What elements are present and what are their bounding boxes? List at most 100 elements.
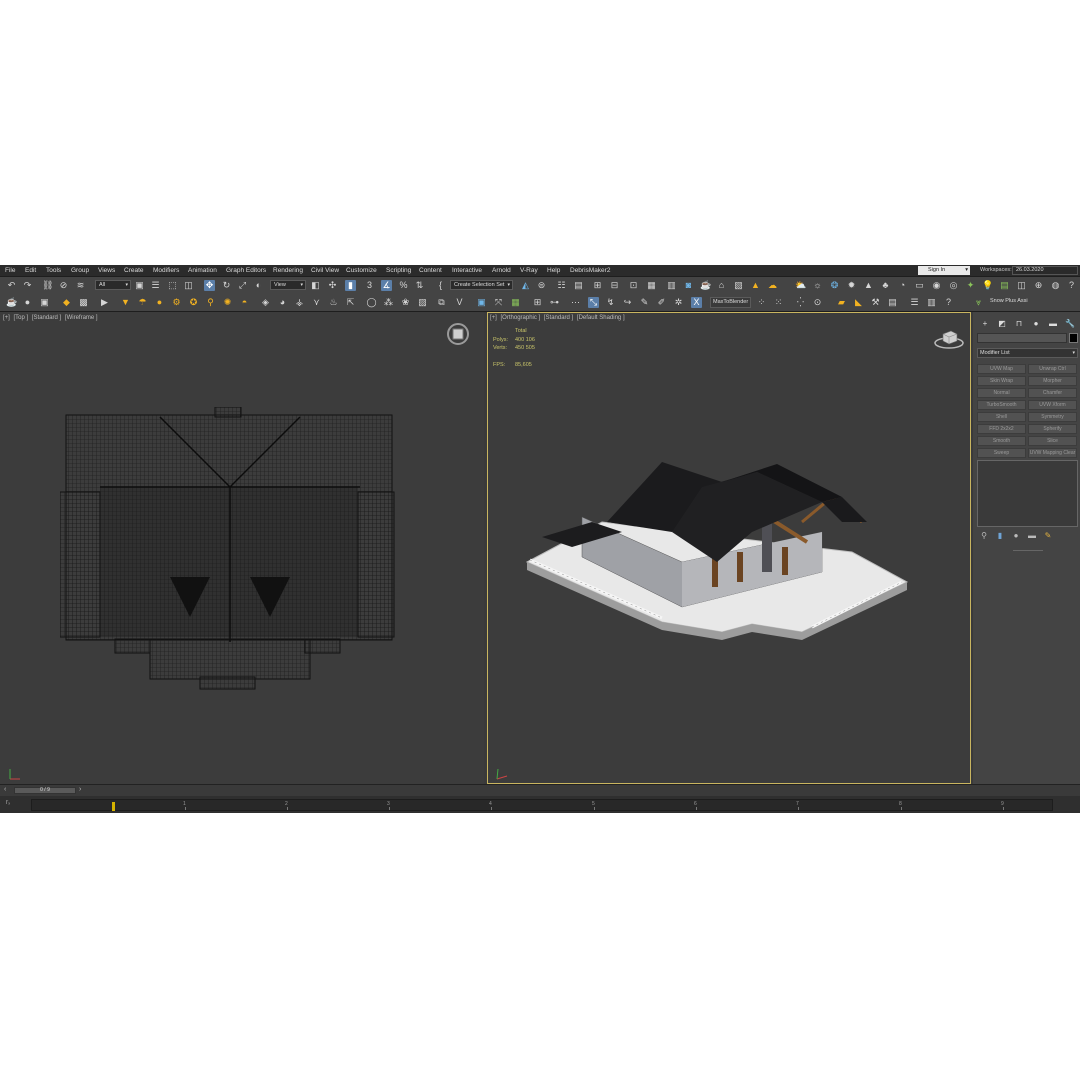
remove-modifier-icon[interactable]: ▬ bbox=[1027, 531, 1037, 541]
dots-line-icon[interactable]: ⁙ bbox=[773, 297, 784, 308]
menu-animation[interactable]: Animation bbox=[188, 267, 217, 274]
modifier-button[interactable]: Smooth bbox=[977, 436, 1026, 446]
viewport-top-label[interactable]: [+] [Top ] [Standard ] [Wireframe ] bbox=[3, 315, 100, 321]
modifier-stack[interactable] bbox=[977, 460, 1078, 527]
modifier-button[interactable]: UVW Xform bbox=[1028, 400, 1077, 410]
film-icon[interactable]: ▶ bbox=[99, 297, 110, 308]
window-crossing-icon[interactable]: ◫ bbox=[183, 280, 194, 291]
menu-group[interactable]: Group bbox=[71, 267, 89, 274]
align-icon[interactable]: ⊜ bbox=[536, 280, 547, 291]
teapot-icon[interactable]: ☕ bbox=[6, 297, 17, 308]
vray-sun-icon[interactable]: ❂ bbox=[829, 280, 840, 291]
current-frame-marker[interactable] bbox=[112, 802, 115, 811]
select-object-icon[interactable]: ▣ bbox=[134, 280, 145, 291]
modifier-button[interactable]: Shell bbox=[977, 412, 1026, 422]
max-to-blender-button[interactable]: MaxToBlender bbox=[710, 297, 752, 308]
tag-icon[interactable]: ◣ bbox=[853, 297, 864, 308]
help-circle-icon[interactable]: ? bbox=[943, 297, 954, 308]
menu-arnold[interactable]: Arnold bbox=[492, 267, 511, 274]
vray-vfb-icon[interactable]: ▣ bbox=[476, 297, 487, 308]
curve-editor-icon[interactable]: ⊞ bbox=[592, 280, 603, 291]
material-editor-icon[interactable]: ⊡ bbox=[628, 280, 639, 291]
percent-snap-icon[interactable]: % bbox=[398, 280, 409, 291]
select-manipulate-icon[interactable]: ✣ bbox=[327, 280, 338, 291]
reference-coord-dropdown[interactable]: View ▾ bbox=[270, 280, 306, 290]
mirror-icon[interactable]: ◭ bbox=[520, 280, 531, 291]
vray-plane-icon[interactable]: ▭ bbox=[914, 280, 925, 291]
modifier-button[interactable]: UVW Map bbox=[977, 364, 1026, 374]
undo-icon[interactable]: ↶ bbox=[6, 280, 17, 291]
viewport-pov[interactable]: [Orthographic ] bbox=[501, 315, 541, 321]
vray-clipper-icon[interactable]: ◫ bbox=[1016, 280, 1027, 291]
vray-decal-icon[interactable]: ◍ bbox=[1050, 280, 1061, 291]
vray-mesh-icon[interactable]: ◎ bbox=[948, 280, 959, 291]
grid-icon[interactable]: ⊞ bbox=[532, 297, 543, 308]
modifier-button[interactable]: Slice bbox=[1028, 436, 1077, 446]
cube-icon[interactable]: ▩ bbox=[78, 297, 89, 308]
wrench-icon[interactable]: ⚒ bbox=[870, 297, 881, 308]
vray-camera-icon[interactable]: ◉ bbox=[931, 280, 942, 291]
menu-vray[interactable]: V-Ray bbox=[520, 267, 538, 274]
vray-scene-converter-icon[interactable]: ✦ bbox=[965, 280, 976, 291]
angle-snap-icon[interactable]: ∡ bbox=[381, 280, 392, 291]
vray-fur-settings-icon[interactable]: ⊕ bbox=[1033, 280, 1044, 291]
camera-icon[interactable]: ▣ bbox=[39, 297, 50, 308]
vray-render-icon[interactable]: ☁ bbox=[767, 280, 778, 291]
help-icon[interactable]: ? bbox=[1066, 280, 1077, 291]
timeline-track[interactable]: 1 2 3 4 5 6 7 8 9 bbox=[31, 799, 1053, 811]
modifier-button[interactable]: Unwrap Ctrl bbox=[1028, 364, 1077, 374]
workspace-dropdown[interactable]: 26.03.2020 bbox=[1012, 266, 1078, 275]
menu-debrismaker2[interactable]: DebrisMaker2 bbox=[570, 267, 610, 274]
modifier-button[interactable]: Sweep bbox=[977, 448, 1026, 458]
vray-sphere-icon[interactable]: ◔ bbox=[897, 280, 908, 291]
chevron-right-icon[interactable]: › bbox=[79, 786, 81, 793]
menu-rendering[interactable]: Rendering bbox=[273, 267, 303, 274]
link-icon[interactable]: ⛓ bbox=[42, 280, 53, 291]
viewport-shading-std[interactable]: [Standard ] bbox=[32, 315, 61, 321]
list-icon[interactable]: ☰ bbox=[909, 297, 920, 308]
keyboard-shortcut-icon[interactable]: ▮ bbox=[345, 280, 356, 291]
modifier-button[interactable]: UVW Mapping Clear bbox=[1028, 448, 1077, 458]
named-selection-dropdown[interactable]: Create Selection Set ▾ bbox=[450, 280, 513, 290]
rendered-frame-icon[interactable]: ▥ bbox=[666, 280, 677, 291]
toggle-ribbon-icon[interactable]: ▤ bbox=[573, 280, 584, 291]
spinner-snap-icon[interactable]: ⇅ bbox=[414, 280, 425, 291]
sign-in-dropdown[interactable]: Sign In ▾ bbox=[918, 266, 970, 275]
vray-fur-icon[interactable]: ♣ bbox=[880, 280, 891, 291]
vray-frame-buffer-icon[interactable]: ⛅ bbox=[795, 280, 806, 291]
menu-modifiers[interactable]: Modifiers bbox=[153, 267, 179, 274]
modifier-button[interactable]: Skin Wrap bbox=[977, 376, 1026, 386]
tree-icon[interactable]: ⚶ bbox=[294, 297, 305, 308]
path-icon[interactable]: ↯ bbox=[605, 297, 616, 308]
bulb-icon[interactable]: ◓ bbox=[239, 297, 250, 308]
render-sphere-icon[interactable]: ◯ bbox=[366, 297, 377, 308]
star-icon[interactable]: ✪ bbox=[188, 297, 199, 308]
show-end-result-icon[interactable]: ▮ bbox=[995, 531, 1005, 541]
brush-icon[interactable]: ✎ bbox=[639, 297, 650, 308]
circle-dots-icon[interactable]: ⊙ bbox=[812, 297, 823, 308]
modifier-button[interactable]: FFD 2x2x2 bbox=[977, 424, 1026, 434]
menu-tools[interactable]: Tools bbox=[46, 267, 61, 274]
configure-modifier-sets-icon[interactable]: ✎ bbox=[1043, 531, 1053, 541]
rect-selection-icon[interactable]: ⬚ bbox=[167, 280, 178, 291]
pivot-icon[interactable]: ⋯ bbox=[570, 297, 581, 308]
molecule-icon[interactable]: ⁂ bbox=[383, 297, 394, 308]
snap-toggle-icon[interactable]: 3 bbox=[364, 280, 375, 291]
render-iterative-icon[interactable]: ⌂ bbox=[716, 280, 727, 291]
motion-tab-icon[interactable]: ● bbox=[1030, 318, 1042, 330]
calculator-icon[interactable]: ▤ bbox=[887, 297, 898, 308]
menu-customize[interactable]: Customize bbox=[346, 267, 377, 274]
modifier-button[interactable]: Symmetry bbox=[1028, 412, 1077, 422]
modify-tab-icon[interactable]: ◩ bbox=[996, 318, 1008, 330]
render-frame-icon[interactable]: ▧ bbox=[733, 280, 744, 291]
menu-edit[interactable]: Edit bbox=[25, 267, 36, 274]
redo-icon[interactable]: ↷ bbox=[22, 280, 33, 291]
pivot-center-icon[interactable]: ◧ bbox=[310, 280, 321, 291]
modifier-button[interactable]: Chamfer bbox=[1028, 388, 1077, 398]
sun-icon[interactable]: ● bbox=[154, 297, 165, 308]
modifier-button[interactable]: Morpher bbox=[1028, 376, 1077, 386]
snow-plus-icon[interactable]: ⩔ bbox=[973, 297, 984, 308]
placement-icon[interactable]: ◐ bbox=[253, 280, 264, 291]
modifier-button[interactable]: Normal bbox=[977, 388, 1026, 398]
viewport-orthographic[interactable]: [+] [Orthographic ] [Standard ] [Default… bbox=[487, 312, 971, 784]
